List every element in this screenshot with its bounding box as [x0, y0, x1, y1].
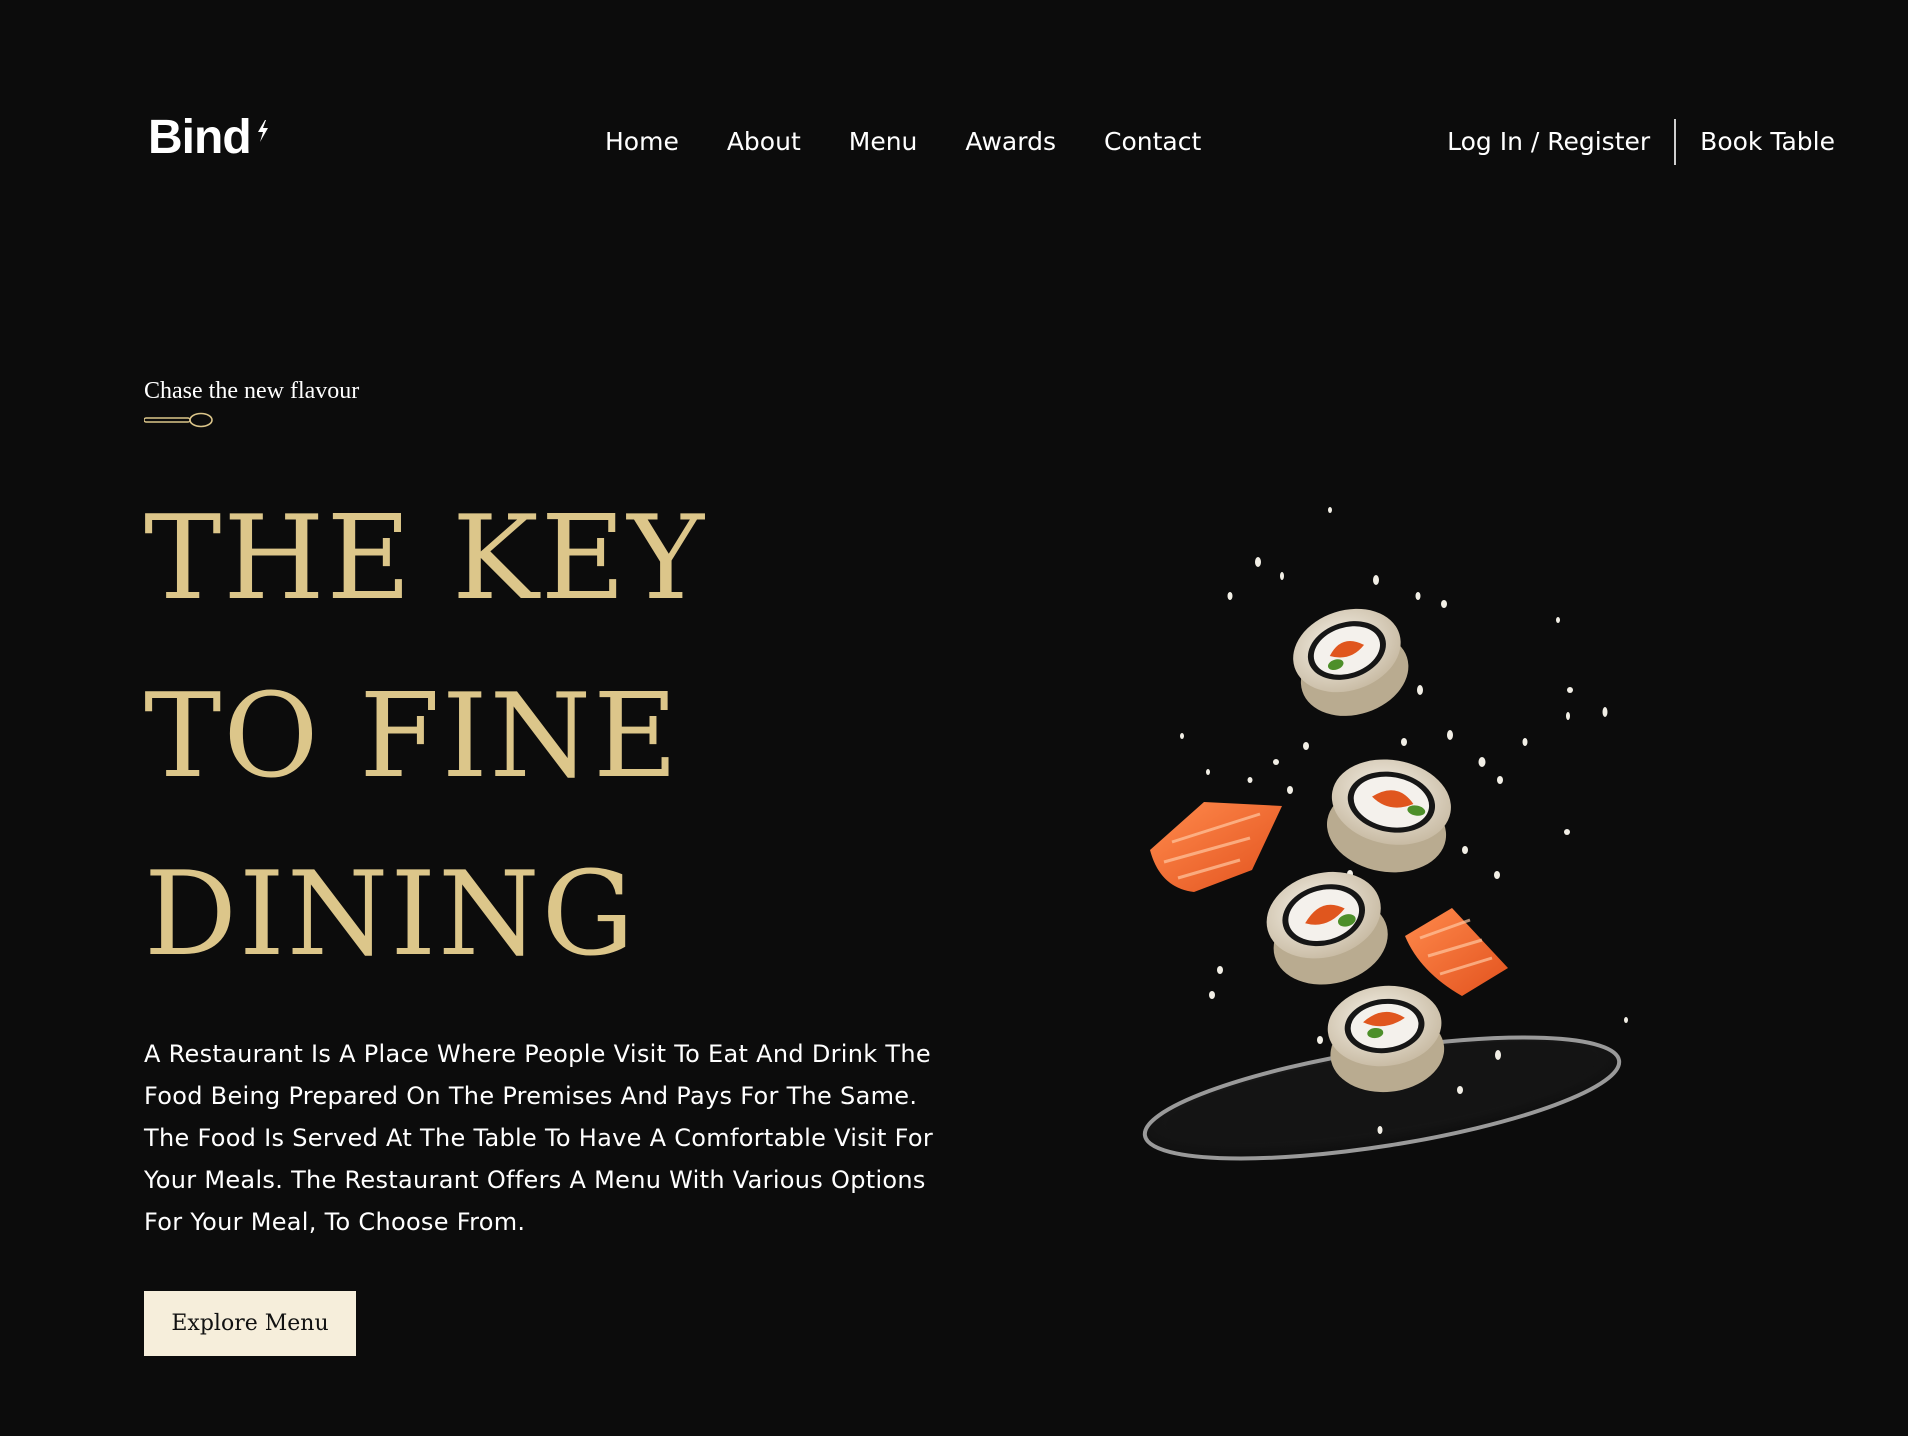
- hero-description: A Restaurant Is A Place Where People Vis…: [144, 1040, 934, 1236]
- nav-menu[interactable]: Menu: [849, 122, 918, 162]
- spark-icon: [258, 120, 268, 142]
- nav-contact[interactable]: Contact: [1104, 122, 1201, 162]
- nav-about[interactable]: About: [727, 122, 801, 162]
- headline-line-1: THE KEY: [144, 491, 706, 626]
- nav-awards[interactable]: Awards: [965, 122, 1056, 162]
- headline-line-2: TO FINE: [144, 669, 680, 804]
- site-header: Bind Home About Menu Awards Contact Log …: [0, 0, 1908, 290]
- book-table-link[interactable]: Book Table: [1676, 119, 1835, 165]
- spoon-icon: [144, 412, 213, 428]
- hero-eyebrow: Chase the new flavour: [144, 378, 360, 404]
- login-register-link[interactable]: Log In / Register: [1447, 119, 1677, 165]
- sushi-plate-image: [1142, 507, 1628, 1161]
- logo[interactable]: Bind: [148, 114, 252, 162]
- headline-line-3: DINING: [144, 847, 637, 982]
- explore-menu-button[interactable]: Explore Menu: [144, 1291, 356, 1356]
- header-actions: Log In / Register Book Table: [1447, 119, 1835, 165]
- nav-home[interactable]: Home: [605, 122, 679, 162]
- main-nav: Home About Menu Awards Contact: [605, 122, 1201, 162]
- hero-headline: THE KEY TO FINE DINING: [144, 470, 706, 1004]
